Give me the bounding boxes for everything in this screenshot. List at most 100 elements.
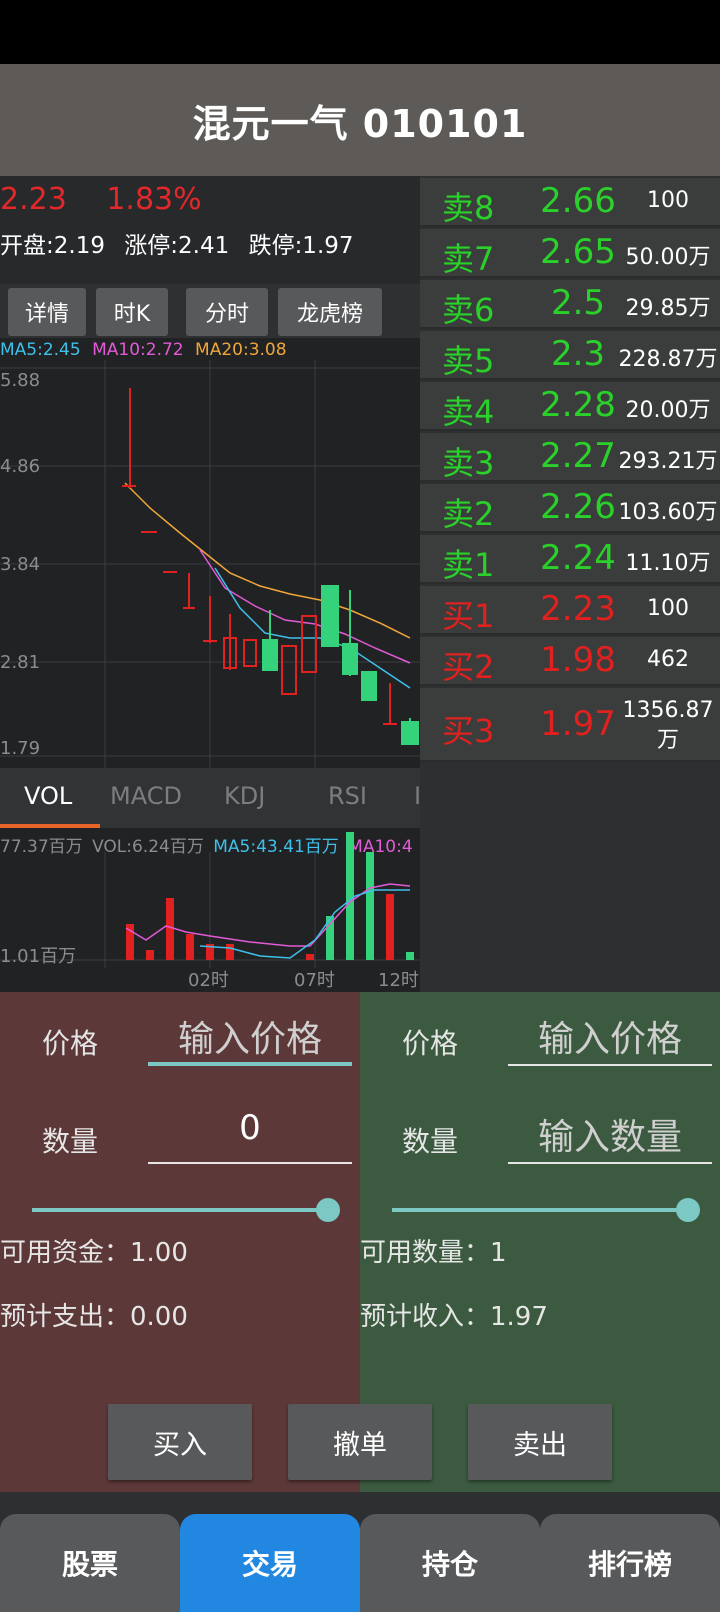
tab-dragon-tiger[interactable]: 龙虎榜 bbox=[278, 288, 382, 336]
y-tick-4: 2.81 bbox=[0, 652, 41, 673]
y-tick-5: 1.79 bbox=[0, 738, 41, 759]
buy-price-input[interactable]: 输入价格 bbox=[148, 1010, 352, 1066]
order-row-sell4[interactable]: 卖4 2.28 20.00万 bbox=[420, 382, 720, 431]
buy-slider-thumb[interactable] bbox=[316, 1198, 340, 1222]
order-price: 2.24 bbox=[540, 538, 616, 578]
order-label: 买2 bbox=[442, 648, 495, 686]
chart-tab-bar: 详情 时K 分时 龙虎榜 bbox=[0, 284, 420, 338]
order-volume: 293.21万 bbox=[618, 449, 718, 474]
order-price: 2.66 bbox=[540, 181, 616, 221]
order-label: 卖6 bbox=[442, 291, 495, 329]
sell-button[interactable]: 卖出 bbox=[468, 1404, 612, 1480]
order-row-sell1[interactable]: 卖1 2.24 11.10万 bbox=[420, 535, 720, 584]
candle-svg bbox=[0, 360, 420, 768]
order-volume: 103.60万 bbox=[618, 500, 718, 525]
order-price: 2.26 bbox=[540, 487, 616, 527]
sell-qty-label: 数量 bbox=[402, 1125, 459, 1158]
volume-chart[interactable]: 77.37百万 VOL:6.24百万 MA5:43.41百万 MA10:4 1.… bbox=[0, 828, 420, 992]
order-volume: 228.87万 bbox=[618, 347, 718, 372]
order-row-buy3[interactable]: 买3 1.97 1356.87万 bbox=[420, 688, 720, 762]
order-volume: 50.00万 bbox=[625, 245, 711, 270]
order-volume: 20.00万 bbox=[625, 398, 711, 423]
sell-price-input[interactable]: 输入价格 bbox=[508, 1010, 712, 1066]
order-book: 卖8 2.66 100 卖7 2.65 50.00万 卖6 2.5 29.85万… bbox=[420, 176, 720, 992]
nav-stocks[interactable]: 股票 bbox=[0, 1514, 180, 1612]
nav-trade[interactable]: 交易 bbox=[180, 1514, 360, 1612]
order-label: 卖1 bbox=[442, 546, 495, 584]
buy-qty-label: 数量 bbox=[42, 1125, 99, 1158]
tab-vol[interactable]: VOL bbox=[24, 782, 72, 810]
order-price: 1.98 bbox=[540, 640, 616, 680]
chart-panel: 2.23 1.83% 开盘:2.19 涨停:2.41 跌停:1.97 详情 时K… bbox=[0, 176, 421, 992]
page-title: 混元一气 010101 bbox=[192, 101, 528, 146]
order-label: 买3 bbox=[442, 712, 495, 750]
order-row-sell8[interactable]: 卖8 2.66 100 bbox=[420, 178, 720, 227]
change-percent: 1.83% bbox=[106, 182, 202, 217]
tab-kdj[interactable]: KDJ bbox=[224, 782, 265, 810]
order-row-sell3[interactable]: 卖3 2.27 293.21万 bbox=[420, 433, 720, 482]
order-volume: 462 bbox=[647, 647, 689, 672]
order-volume: 100 bbox=[647, 596, 689, 621]
quote-info: 开盘:2.19 涨停:2.41 跌停:1.97 bbox=[0, 226, 366, 260]
y-tick-2: 4.86 bbox=[0, 456, 41, 477]
order-label: 卖8 bbox=[442, 189, 495, 227]
time-label-12: 12时 bbox=[378, 970, 419, 991]
order-label: 卖7 bbox=[442, 240, 495, 278]
order-row-sell6[interactable]: 卖6 2.5 29.85万 bbox=[420, 280, 720, 329]
order-price: 2.23 bbox=[540, 589, 616, 629]
status-bar bbox=[0, 0, 720, 64]
order-label: 卖5 bbox=[442, 342, 495, 380]
y-tick-1: 5.88 bbox=[0, 370, 41, 391]
nav-holdings[interactable]: 持仓 bbox=[360, 1514, 540, 1612]
order-price: 2.27 bbox=[540, 436, 616, 476]
expected-income: 预计收入：1.97 bbox=[360, 1302, 548, 1332]
order-volume: 100 bbox=[647, 188, 689, 213]
current-price: 2.23 bbox=[0, 182, 67, 217]
order-label: 卖2 bbox=[442, 495, 495, 533]
order-label: 卖3 bbox=[442, 444, 495, 482]
order-volume: 29.85万 bbox=[625, 296, 711, 321]
order-price: 2.28 bbox=[540, 385, 616, 425]
nav-ranking[interactable]: 排行榜 bbox=[540, 1514, 720, 1612]
expected-cost: 预计支出：0.00 bbox=[0, 1302, 188, 1332]
app-header: 混元一气 010101 bbox=[0, 64, 720, 176]
sell-price-label: 价格 bbox=[402, 1027, 459, 1060]
order-price: 2.3 bbox=[550, 334, 606, 374]
vol-min: 1.01百万 bbox=[0, 946, 77, 967]
order-row-sell7[interactable]: 卖7 2.65 50.00万 bbox=[420, 229, 720, 278]
limit-down: 跌停:1.97 bbox=[248, 233, 354, 259]
tab-intraday[interactable]: 分时 bbox=[186, 288, 268, 336]
sell-qty-slider[interactable] bbox=[392, 1208, 688, 1212]
buy-qty-slider[interactable] bbox=[32, 1208, 328, 1212]
price-row: 2.23 1.83% bbox=[0, 182, 232, 217]
order-row-buy2[interactable]: 买2 1.98 462 bbox=[420, 637, 720, 686]
order-label: 买1 bbox=[442, 597, 495, 635]
order-label: 卖4 bbox=[442, 393, 495, 431]
sell-qty-input[interactable]: 输入数量 bbox=[508, 1108, 712, 1164]
available-quantity: 可用数量：1 bbox=[360, 1238, 507, 1268]
buy-qty-input[interactable]: 0 bbox=[148, 1108, 352, 1164]
order-price: 2.5 bbox=[550, 283, 606, 323]
tab-details[interactable]: 详情 bbox=[8, 288, 86, 336]
available-funds: 可用资金：1.00 bbox=[0, 1238, 188, 1268]
order-volume: 11.10万 bbox=[625, 551, 711, 576]
order-row-buy1[interactable]: 买1 2.23 100 bbox=[420, 586, 720, 635]
order-row-sell5[interactable]: 卖5 2.3 228.87万 bbox=[420, 331, 720, 380]
candlestick-chart[interactable]: MA5:2.45 MA10:2.72 MA20:3.08 5.88 4.86 3… bbox=[0, 338, 420, 768]
buy-button[interactable]: 买入 bbox=[108, 1404, 252, 1480]
tab-rsi[interactable]: RSI bbox=[328, 782, 367, 810]
indicator-tab-bar: VOL MACD KDJ RSI I bbox=[0, 768, 421, 828]
time-label-07: 07时 bbox=[294, 970, 335, 991]
tab-hour-k[interactable]: 时K bbox=[96, 288, 168, 336]
y-tick-3: 3.84 bbox=[0, 554, 41, 575]
order-volume: 1356.87万 bbox=[622, 698, 714, 753]
cancel-order-button[interactable]: 撤单 bbox=[288, 1404, 432, 1480]
order-price: 1.97 bbox=[540, 704, 616, 744]
tab-macd[interactable]: MACD bbox=[110, 782, 182, 810]
time-label-02: 02时 bbox=[188, 970, 229, 991]
sell-slider-thumb[interactable] bbox=[676, 1198, 700, 1222]
order-price: 2.65 bbox=[540, 232, 616, 272]
order-row-sell2[interactable]: 卖2 2.26 103.60万 bbox=[420, 484, 720, 533]
buy-price-label: 价格 bbox=[42, 1027, 99, 1060]
bottom-nav: 股票 交易 持仓 排行榜 bbox=[0, 1492, 720, 1612]
